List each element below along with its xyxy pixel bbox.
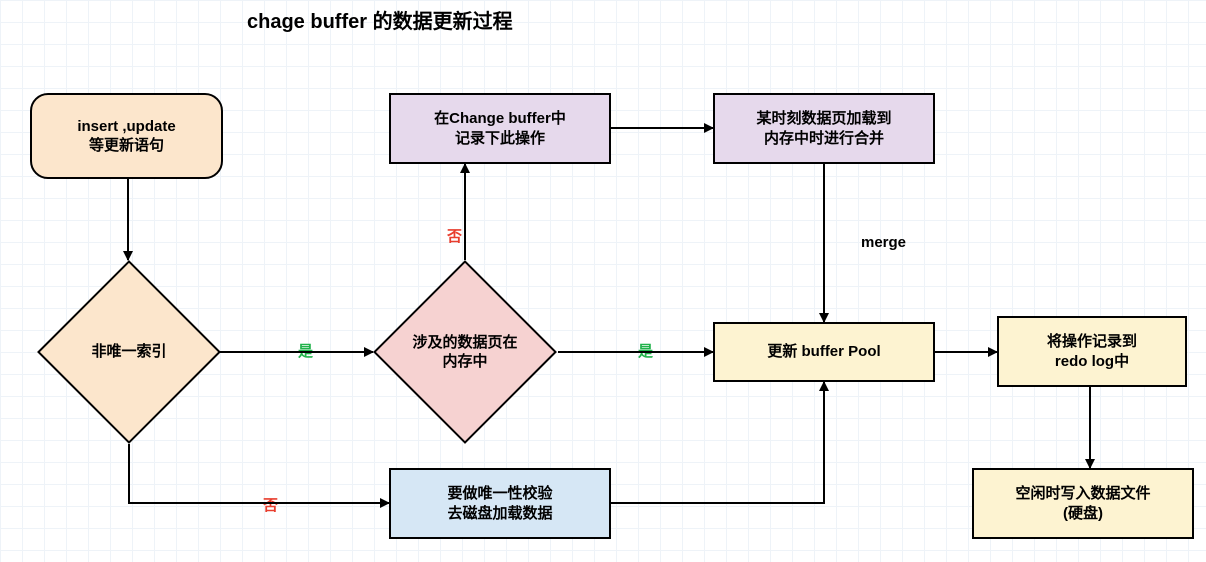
node-update-buffer-pool: 更新 buffer Pool [713, 322, 935, 382]
node-idle-flush: 空闲时写入数据文件(硬盘) [972, 468, 1194, 539]
node-redo-log-label: 将操作记录到redo log中 [1047, 332, 1137, 371]
node-unique-check: 要做唯一性校验去磁盘加载数据 [389, 468, 611, 539]
node-non-unique-index: 非唯一索引 [64, 287, 194, 417]
node-unique-check-label: 要做唯一性校验去磁盘加载数据 [447, 484, 552, 523]
node-record-change-buffer-label: 在Change buffer中记录下此操作 [434, 109, 566, 148]
node-merge-later: 某时刻数据页加载到内存中时进行合并 [713, 93, 935, 164]
edge-label-merge: merge [861, 234, 906, 251]
node-page-in-memory: 涉及的数据页在内存中 [400, 287, 530, 417]
node-record-change-buffer: 在Change buffer中记录下此操作 [389, 93, 611, 164]
edge-label-no-1: 否 [447, 225, 462, 246]
node-start: insert ,update等更新语句 [30, 93, 223, 179]
node-start-label: insert ,update等更新语句 [77, 117, 175, 156]
edge-label-no-2: 否 [263, 494, 278, 515]
node-idle-flush-label: 空闲时写入数据文件(硬盘) [1015, 484, 1150, 523]
node-page-in-memory-label: 涉及的数据页在内存中 [412, 333, 517, 372]
edge-label-yes-2: 是 [638, 340, 653, 361]
node-non-unique-index-label: 非唯一索引 [91, 342, 166, 362]
node-update-buffer-pool-label: 更新 buffer Pool [767, 342, 880, 362]
diagram-title: chage buffer 的数据更新过程 [247, 5, 513, 34]
edge-label-yes-1: 是 [298, 340, 313, 361]
node-redo-log: 将操作记录到redo log中 [997, 316, 1187, 387]
node-merge-later-label: 某时刻数据页加载到内存中时进行合并 [756, 109, 891, 148]
